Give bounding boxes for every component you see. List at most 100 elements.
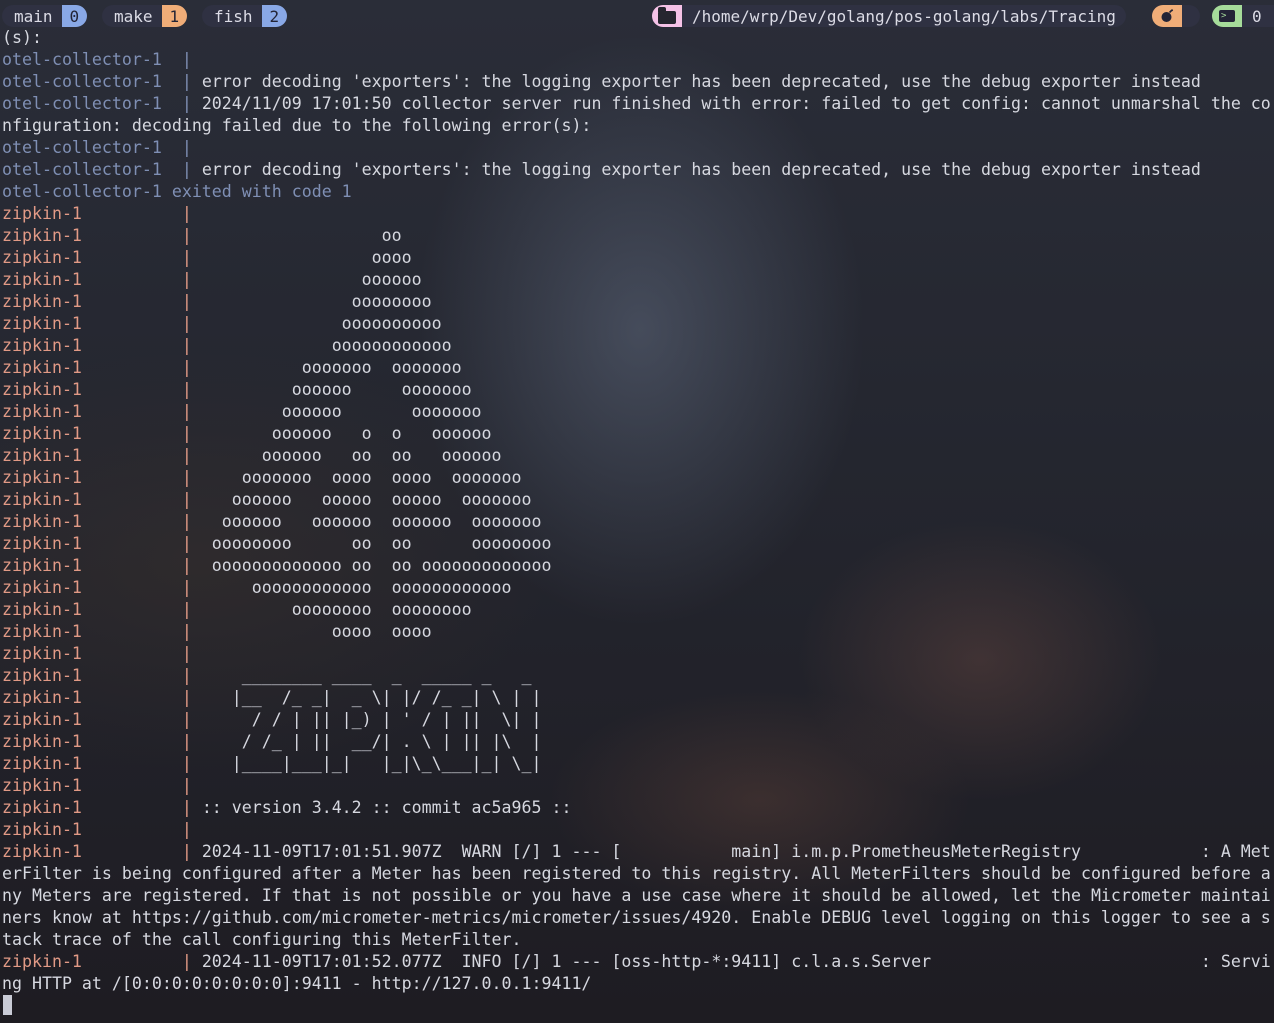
terminal-line: zipkin-1 | :: version 3.4.2 :: commit ac… [2,797,1274,819]
log-message: / /_ | || __/| . \ | || |\ | [191,732,542,751]
terminal-line: otel-collector-1 | [2,137,1274,159]
terminal-line: zipkin-1 | [2,775,1274,797]
terminal-line: ny Meters are registered. If that is not… [2,885,1274,907]
service-prefix: zipkin-1 | [2,292,192,311]
log-message: error decoding 'exporters': the logging … [191,160,1201,179]
terminal-line: zipkin-1 | ooooooo ooooooo [2,357,1274,379]
log-message: (s): [2,28,42,47]
log-message: tack trace of the call configuring this … [2,930,522,949]
terminal-line: zipkin-1 | |__ /_ _| _ \| |/ /_ _| \ | | [2,687,1274,709]
service-prefix: zipkin-1 | [2,380,192,399]
terminal-count: 0 [1242,5,1274,27]
terminal-line: zipkin-1 | oooooooooo [2,313,1274,335]
log-message: oo [191,226,402,245]
terminal-line: otel-collector-1 | error decoding 'expor… [2,71,1274,93]
session-count: 1 [161,5,188,27]
service-prefix: zipkin-1 | [2,732,192,751]
log-message: 2024/11/09 17:01:50 collector server run… [191,94,1271,113]
path-text: /home/wrp/Dev/golang/pos-golang/labs/Tra… [682,5,1126,27]
bomb-indicator [1152,5,1200,27]
log-message: oooo [191,248,412,267]
service-prefix: zipkin-1 | [2,490,192,509]
terminal-line: zipkin-1 | [2,819,1274,841]
log-message: ners know at https://github.com/micromet… [2,908,1271,927]
service-prefix: zipkin-1 | [2,842,192,861]
current-path: /home/wrp/Dev/golang/pos-golang/labs/Tra… [652,5,1126,27]
session-tab-make[interactable]: make 1 [102,5,188,27]
terminal-line: (s): [2,27,1274,49]
log-message: oooooo o o oooooo [191,424,492,443]
service-prefix: zipkin-1 | [2,270,192,289]
log-message: ooooooo oooo oooo ooooooo [191,468,522,487]
service-prefix: zipkin-1 | [2,600,192,619]
terminal-cursor [3,995,12,1015]
session-tab-fish[interactable]: fish 2 [202,5,288,27]
service-prefix: zipkin-1 | [2,512,192,531]
service-prefix: zipkin-1 | [2,226,192,245]
terminal-line: zipkin-1 | 2024-11-09T17:01:51.907Z WARN… [2,841,1274,863]
service-prefix: zipkin-1 | [2,952,192,971]
terminal-line: erFilter is being configured after a Met… [2,863,1274,885]
service-prefix: otel-collector-1 | [2,72,192,91]
service-prefix: zipkin-1 | [2,424,192,443]
log-message: oooooooooooo oooooooooooo [191,578,512,597]
terminal-line: zipkin-1 | oooo [2,247,1274,269]
log-message: ng HTTP at /[0:0:0:0:0:0:0:0]:9411 - htt… [2,974,592,993]
service-prefix: zipkin-1 | [2,710,192,729]
terminal-line: zipkin-1 | oooooooooooo oooooooooooo [2,577,1274,599]
log-message: ooooooooooooo oo oo ooooooooooooo [191,556,552,575]
session-name: main [2,5,62,27]
service-prefix: otel-collector-1 | [2,160,192,179]
session-tab-main[interactable]: main 0 [2,5,88,27]
log-message: oooooooooooo [191,336,452,355]
service-prefix: zipkin-1 | [2,358,192,377]
log-message: oooooo ooooooo [191,402,482,421]
session-name: fish [202,5,262,27]
session-count: 0 [61,5,88,27]
folder-icon [652,5,682,27]
service-prefix: zipkin-1 | [2,754,192,773]
log-message: ny Meters are registered. If that is not… [2,886,1271,905]
service-prefix: zipkin-1 | [2,204,192,223]
log-message: oooooo oo oo oooooo [191,446,502,465]
terminal-line: zipkin-1 | ooooooooooooo oo oo ooooooooo… [2,555,1274,577]
terminal-line: otel-collector-1 exited with code 1 [2,181,1274,203]
terminal-line: zipkin-1 | oooooooo oooooooo [2,599,1274,621]
service-prefix: zipkin-1 | [2,402,192,421]
service-prefix: zipkin-1 | [2,776,192,795]
terminal-line: zipkin-1 | oooooo ooooooo [2,401,1274,423]
log-message: oooooooo oooooooo [191,600,472,619]
service-prefix: zipkin-1 | [2,798,192,817]
bomb-icon [1152,5,1182,27]
log-message: |__ /_ _| _ \| |/ /_ _| \ | | [191,688,542,707]
terminal-line: zipkin-1 | oooooooo oo oo oooooooo [2,533,1274,555]
exit-message: otel-collector-1 exited with code 1 [2,182,352,201]
terminal-line: nfiguration: decoding failed due to the … [2,115,1274,137]
service-prefix: zipkin-1 | [2,556,192,575]
terminal-line: zipkin-1 | oooooo o o oooooo [2,423,1274,445]
session-count: 2 [261,5,288,27]
service-prefix: zipkin-1 | [2,622,192,641]
log-message: 2024-11-09T17:01:51.907Z WARN [/] 1 --- … [191,842,1271,861]
service-prefix: zipkin-1 | [2,468,192,487]
terminal-line: zipkin-1 | oooooooo [2,291,1274,313]
terminal-line: tack trace of the call configuring this … [2,929,1274,951]
log-message: oooo oooo [191,622,432,641]
terminal-line: zipkin-1 | oooooo oooooo oooooo ooooooo [2,511,1274,533]
service-prefix: otel-collector-1 | [2,50,192,69]
log-message: ooooooo ooooooo [191,358,462,377]
service-prefix: zipkin-1 | [2,336,192,355]
terminal-line: zipkin-1 | |____|___|_| |_|\_\___|_| \_| [2,753,1274,775]
terminal-line: zipkin-1 | ________ ____ _ _____ _ _ [2,665,1274,687]
terminal-line: zipkin-1 | oo [2,225,1274,247]
service-prefix: zipkin-1 | [2,314,192,333]
terminal-line: zipkin-1 | oooooo oo oo oooooo [2,445,1274,467]
service-prefix: zipkin-1 | [2,644,192,663]
terminal-line: otel-collector-1 | error decoding 'expor… [2,159,1274,181]
log-message: oooooooooo [191,314,442,333]
terminal-line: zipkin-1 | [2,203,1274,225]
log-message: oooooo [191,270,422,289]
terminal-output[interactable]: (s): otel-collector-1 | otel-collector-1 |… [2,27,1274,995]
terminal-line: otel-collector-1 | [2,49,1274,71]
log-message: |____|___|_| |_|\_\___|_| \_| [191,754,542,773]
